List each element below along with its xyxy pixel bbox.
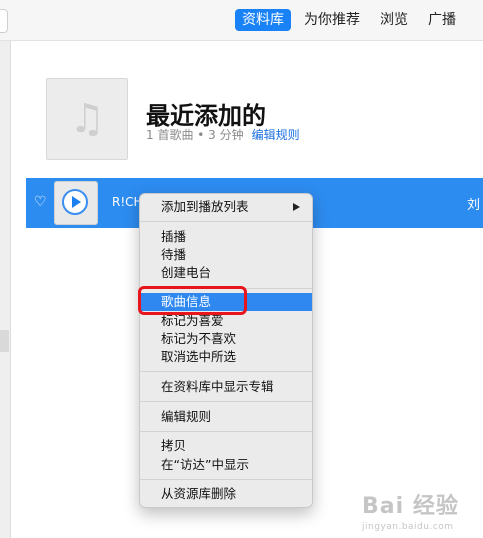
left-sidebar-edge	[0, 0, 11, 538]
menu-deselect[interactable]: 取消选中所选	[140, 348, 312, 366]
play-icon	[72, 196, 81, 208]
watermark-logo: Bai 经验	[362, 494, 459, 519]
menu-play-next[interactable]: 插播	[140, 228, 312, 246]
menu-separator	[140, 401, 312, 402]
menu-dislike[interactable]: 标记为不喜欢	[140, 330, 312, 348]
search-field-edge[interactable]	[0, 9, 8, 33]
tab-radio[interactable]: 广播	[421, 9, 463, 31]
baidu-watermark: Bai 经验 jingyan.baidu.com	[362, 488, 480, 534]
sidebar-scroll-mark	[0, 330, 9, 352]
menu-separator	[140, 371, 312, 372]
playlist-meta: 1 首歌曲 • 3 分钟 编辑规则	[146, 126, 300, 143]
menu-item-label: 添加到播放列表	[161, 199, 249, 214]
menu-separator	[140, 479, 312, 480]
playlist-artwork: ♫	[46, 78, 128, 160]
menu-create-station[interactable]: 创建电台	[140, 264, 312, 282]
menu-copy[interactable]: 拷贝	[140, 437, 312, 455]
menu-show-in-finder[interactable]: 在“访达”中显示	[140, 456, 312, 474]
chevron-right-icon	[293, 203, 300, 211]
menu-show-album-in-library[interactable]: 在资料库中显示专辑	[140, 378, 312, 396]
menu-separator	[140, 431, 312, 432]
menu-play-later[interactable]: 待播	[140, 246, 312, 264]
menu-delete-from-library[interactable]: 从资源库删除	[140, 485, 312, 503]
song-artwork[interactable]	[54, 181, 98, 225]
menu-separator	[140, 221, 312, 222]
tab-for-you[interactable]: 为你推荐	[297, 9, 367, 31]
playlist-summary: 1 首歌曲 • 3 分钟	[146, 128, 244, 142]
heart-icon[interactable]: ♡	[34, 194, 47, 210]
context-menu: 添加到播放列表 插播 待播 创建电台 歌曲信息 标记为喜爱 标记为不喜欢 取消选…	[139, 193, 313, 508]
watermark-url: jingyan.baidu.com	[362, 522, 454, 532]
music-note-icon: ♫	[69, 96, 105, 142]
menu-edit-rules[interactable]: 编辑规则	[140, 408, 312, 426]
nav-tabs: 资料库 为你推荐 浏览 广播	[235, 9, 469, 31]
play-button[interactable]	[62, 189, 88, 215]
menu-add-to-playlist[interactable]: 添加到播放列表	[140, 198, 312, 216]
song-artist: 刘	[467, 198, 481, 213]
top-bar: 资料库 为你推荐 浏览 广播	[0, 0, 483, 41]
annotation-highlight-box	[138, 286, 247, 315]
tab-browse[interactable]: 浏览	[373, 9, 415, 31]
edit-rules-link[interactable]: 编辑规则	[252, 128, 300, 142]
song-title: R!CH	[112, 195, 143, 209]
tab-library[interactable]: 资料库	[235, 9, 291, 31]
